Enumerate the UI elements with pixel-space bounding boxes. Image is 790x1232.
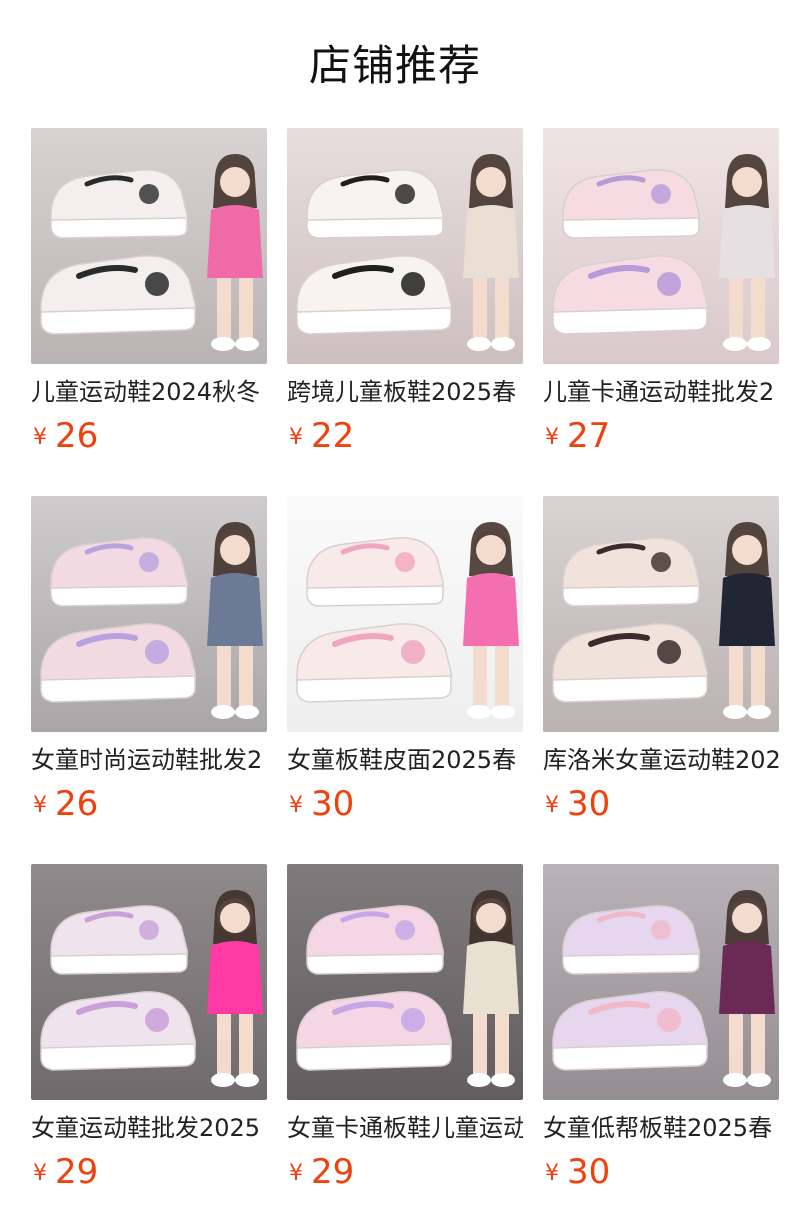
product-name[interactable]: 儿童运动鞋2024秋冬	[31, 374, 267, 410]
currency-symbol: ¥	[289, 425, 303, 450]
currency-symbol: ¥	[289, 793, 303, 818]
product-name[interactable]: 女童低帮板鞋2025春	[543, 1110, 779, 1146]
price-value: 30	[567, 1152, 611, 1192]
currency-symbol: ¥	[33, 1161, 47, 1186]
product-name[interactable]: 女童运动鞋批发2025	[31, 1110, 267, 1146]
product-price: ¥30	[545, 784, 610, 824]
product-name[interactable]: 女童板鞋皮面2025春	[287, 742, 523, 778]
product-price: ¥30	[289, 784, 354, 824]
price-value: 29	[55, 1152, 99, 1192]
product-card[interactable]: 女童时尚运动鞋批发2 ¥26	[31, 496, 267, 864]
product-image[interactable]	[543, 496, 779, 732]
product-image[interactable]	[31, 128, 267, 364]
product-image[interactable]	[287, 496, 523, 732]
shoe-upper	[50, 169, 189, 239]
product-name[interactable]: 库洛米女童运动鞋2025	[543, 742, 779, 778]
shoe-upper	[306, 537, 445, 607]
price-value: 26	[55, 784, 99, 824]
product-card[interactable]: 女童运动鞋批发2025 ¥29	[31, 864, 267, 1232]
price-value: 30	[567, 784, 611, 824]
product-name[interactable]: 女童卡通板鞋儿童运动	[287, 1110, 523, 1146]
shoe-upper	[306, 905, 445, 975]
product-name[interactable]: 女童时尚运动鞋批发2	[31, 742, 267, 778]
product-price: ¥26	[33, 416, 98, 456]
product-image[interactable]	[543, 128, 779, 364]
price-value: 27	[567, 416, 611, 456]
product-price: ¥22	[289, 416, 354, 456]
product-price: ¥30	[545, 1152, 610, 1192]
product-card[interactable]: 女童板鞋皮面2025春 ¥30	[287, 496, 523, 864]
product-image[interactable]	[543, 864, 779, 1100]
product-card[interactable]: 女童低帮板鞋2025春 ¥30	[543, 864, 779, 1232]
product-image[interactable]	[31, 864, 267, 1100]
product-grid: 儿童运动鞋2024秋冬 ¥26 跨境儿童板鞋2025春 ¥ 22 儿童卡通运动鞋…	[31, 128, 779, 1232]
product-image[interactable]	[287, 128, 523, 364]
price-value: 26	[55, 416, 99, 456]
section-header: 店铺推荐	[0, 0, 790, 128]
product-name[interactable]: 跨境儿童板鞋2025春	[287, 374, 523, 410]
price-value: 29	[311, 1152, 355, 1192]
product-image[interactable]	[31, 496, 267, 732]
product-price: ¥26	[33, 784, 98, 824]
product-card[interactable]: 儿童卡通运动鞋批发2 ¥27	[543, 128, 779, 496]
product-card[interactable]: 库洛米女童运动鞋2025 ¥30	[543, 496, 779, 864]
shoe-upper	[50, 537, 189, 607]
product-card[interactable]: 跨境儿童板鞋2025春 ¥22	[287, 128, 523, 496]
currency-symbol: ¥	[545, 425, 559, 450]
shoe-upper	[562, 537, 701, 607]
product-price: ¥29	[289, 1152, 354, 1192]
shoe-upper	[562, 169, 701, 239]
product-image[interactable]	[287, 864, 523, 1100]
product-price: ¥29	[33, 1152, 98, 1192]
product-card[interactable]: 儿童运动鞋2024秋冬 ¥26	[31, 128, 267, 496]
product-name[interactable]: 儿童卡通运动鞋批发2	[543, 374, 779, 410]
product-price: ¥27	[545, 416, 610, 456]
currency-symbol: ¥	[545, 793, 559, 818]
currency-symbol: ¥	[33, 793, 47, 818]
currency-symbol: ¥	[33, 425, 47, 450]
shoe-upper	[562, 905, 701, 975]
price-value: 30	[311, 784, 355, 824]
currency-symbol: ¥	[289, 1161, 303, 1186]
shoe-upper	[306, 169, 445, 239]
page-title: 店铺推荐	[308, 41, 481, 90]
price-value: 22	[311, 416, 355, 456]
currency-symbol: ¥	[545, 1161, 559, 1186]
shoe-upper	[50, 905, 189, 975]
product-card[interactable]: 女童卡通板鞋儿童运动 ¥29	[287, 864, 523, 1232]
